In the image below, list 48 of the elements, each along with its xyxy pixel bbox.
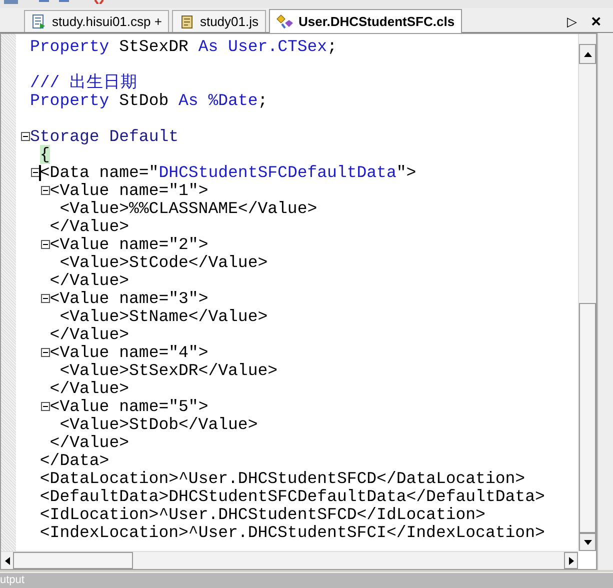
- code-line: Storage Default: [30, 128, 179, 146]
- toolbar-icon[interactable]: [94, 0, 104, 4]
- toolbar-icon[interactable]: [56, 0, 70, 4]
- fold-toggle[interactable]: [40, 186, 50, 195]
- fold-toggle[interactable]: [40, 348, 50, 357]
- code-line: <Value>StName</Value>: [60, 308, 268, 326]
- toolbar-icon[interactable]: [38, 0, 52, 4]
- vertical-scrollbar[interactable]: [578, 34, 596, 551]
- down-arrow-icon[interactable]: [584, 540, 592, 544]
- document-icon: [31, 14, 47, 30]
- left-arrow-icon[interactable]: [4, 556, 10, 564]
- code-line: <DefaultData>DHCStudentSFCDefaultData</DefaultData>: [40, 488, 545, 506]
- close-button[interactable]: ×: [591, 12, 601, 30]
- code-line: <Data name="DHCStudentSFCDefaultData">: [40, 164, 416, 182]
- code-line: </Value>: [50, 218, 130, 236]
- shapes-icon: [276, 14, 294, 30]
- file-tab[interactable]: study.hisui01.csp +: [24, 10, 169, 32]
- code-line: /// 出生日期: [30, 74, 138, 92]
- code-line: <DataLocation>^User.DHCStudentSFCD</DataLocation>: [40, 470, 526, 488]
- file-tab[interactable]: study01.js: [172, 10, 266, 32]
- code-line: <Value name="3">: [50, 290, 208, 308]
- code-line: <Value>StSexDR</Value>: [60, 362, 278, 380]
- code-line: <Value name="2">: [50, 236, 208, 254]
- code-line: <Value>StDob</Value>: [60, 416, 258, 434]
- fold-toggle[interactable]: [40, 294, 50, 303]
- tab-scroll-button[interactable]: ▷: [567, 14, 578, 28]
- code-line: Property StDob As %Date;: [30, 92, 268, 110]
- code-line: </Value>: [50, 272, 130, 290]
- scroll-icon: [178, 14, 195, 30]
- code-line: Property StSexDR As User.CTSex;: [30, 38, 337, 56]
- fold-toggle[interactable]: [21, 132, 30, 141]
- fold-toggle[interactable]: [40, 240, 50, 249]
- code-line: <Value name="5">: [50, 398, 208, 416]
- fold-toggle[interactable]: [40, 402, 50, 411]
- code-line: <IndexLocation>^User.DHCStudentSFCI</IndexLocation>: [40, 524, 545, 542]
- code-line: <Value>StCode</Value>: [60, 254, 268, 272]
- code-line: </Value>: [50, 326, 130, 344]
- code-line: <Value name="4">: [50, 344, 208, 362]
- horizontal-scrollbar[interactable]: [1, 551, 578, 569]
- file-tab[interactable]: User.DHCStudentSFC.cls: [268, 9, 462, 33]
- up-arrow-icon[interactable]: [584, 52, 592, 56]
- code-line: <Value name="1">: [50, 182, 208, 200]
- code-line: </Value>: [50, 380, 130, 398]
- code-line: </Value>: [50, 434, 130, 452]
- right-arrow-icon[interactable]: [568, 556, 574, 564]
- code-line: <Value>%%CLASSNAME</Value>: [60, 200, 318, 218]
- code-line: </Data>: [40, 452, 110, 470]
- code-line: <IdLocation>^User.DHCStudentSFCD</IdLocation>: [40, 506, 486, 524]
